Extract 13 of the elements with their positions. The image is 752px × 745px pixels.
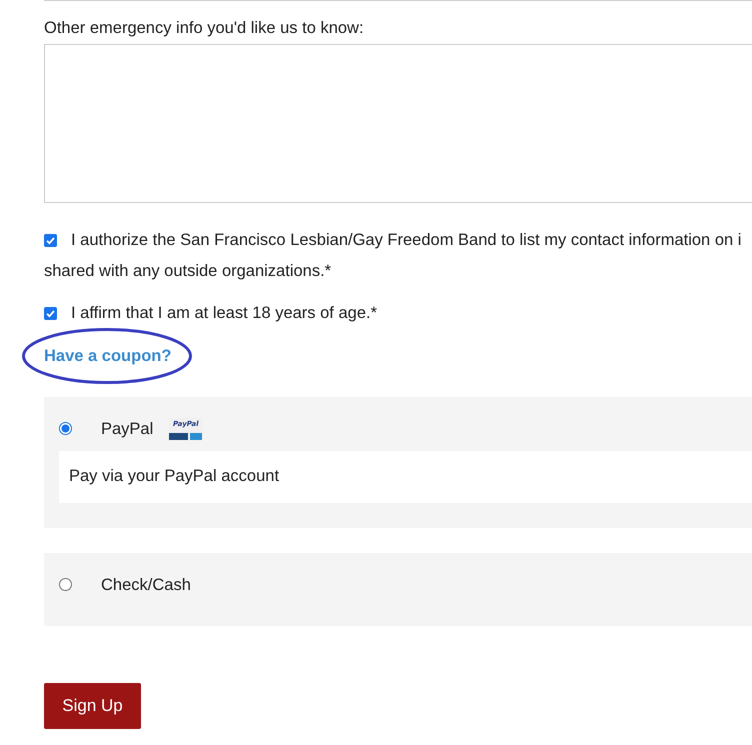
checkbox-label: I authorize the San Francisco Lesbian/Gay Freedom Band to list my contact information on i <box>71 231 742 250</box>
payment-method-label[interactable]: PayPal <box>101 418 154 438</box>
payment-description: Pay via your PayPal account <box>59 450 752 502</box>
radio-button[interactable] <box>59 422 72 435</box>
field-label: Other emergency info you'd like us to know: <box>44 18 365 38</box>
checkbox-label: I affirm that I am at least 18 years of age.* <box>71 304 378 323</box>
sign-up-button[interactable]: Sign Up <box>44 682 141 728</box>
checkbox[interactable] <box>44 307 57 320</box>
radio-button[interactable] <box>59 578 72 591</box>
checkbox-label: shared with any outside organizations.* <box>44 262 332 281</box>
payment-method-label[interactable]: Check/Cash <box>101 574 191 594</box>
text-area-field[interactable] <box>44 44 752 203</box>
checkbox[interactable] <box>44 234 57 247</box>
